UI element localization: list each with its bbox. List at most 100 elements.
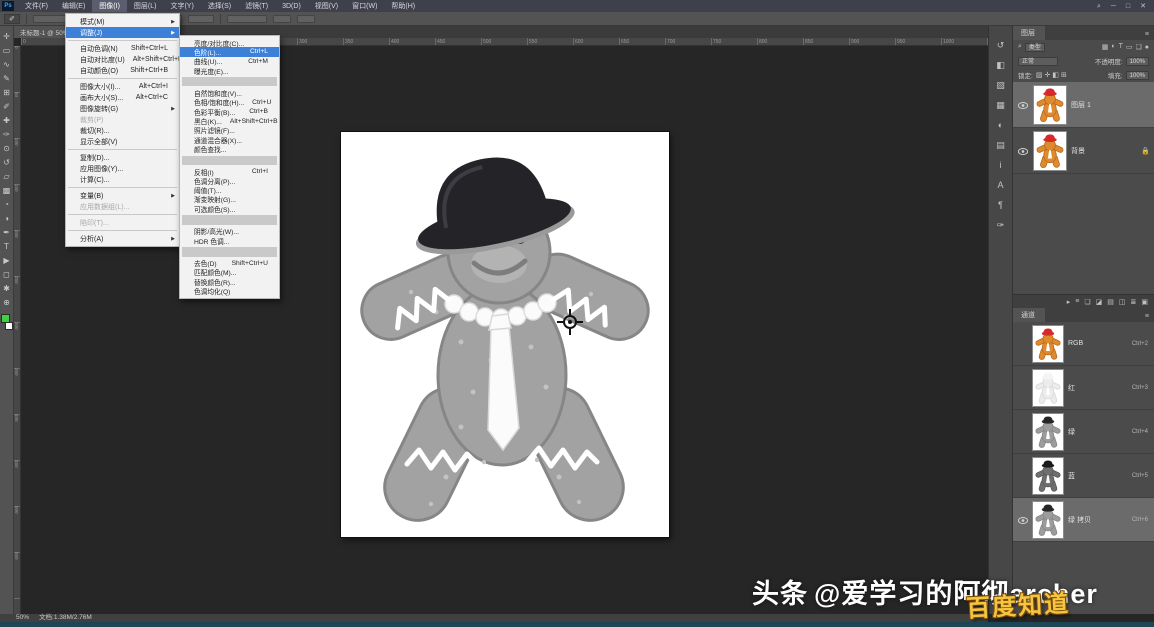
menu-row[interactable]: 自动对比度(U) Alt+Shift+Ctrl+L ▶	[66, 54, 179, 65]
menu-row[interactable]: 色彩平衡(B)... Ctrl+B ▶	[180, 107, 279, 116]
dock-panel-icon[interactable]: i	[993, 158, 1009, 172]
menu-row[interactable]: 去色(D) Shift+Ctrl+U ▶	[180, 259, 279, 268]
menubar-item[interactable]: 3D(D)	[275, 0, 308, 12]
tool-button[interactable]: ↺	[1, 156, 13, 170]
document-canvas[interactable]	[341, 132, 669, 537]
layer-filter-dropdown[interactable]: 类型	[1025, 43, 1045, 52]
menu-row[interactable]: 亮度/对比度(C)... ▶	[180, 38, 279, 47]
layer-filter-icon[interactable]: T	[1119, 43, 1123, 51]
channel-thumbnail[interactable]	[1032, 457, 1064, 495]
visibility-eye-icon[interactable]	[1017, 142, 1029, 160]
menu-row[interactable]: 匹配颜色(M)... ▶	[180, 268, 279, 277]
channel-row[interactable]: RGB Ctrl+2	[1013, 322, 1154, 366]
menubar-item[interactable]: 滤镜(T)	[238, 0, 275, 12]
foreground-color-swatch[interactable]	[1, 314, 10, 323]
menu-row[interactable]: 图像大小(I)... Alt+Ctrl+I ▶	[66, 81, 179, 92]
panel-menu-icon[interactable]: ≡	[1140, 31, 1154, 40]
tool-button[interactable]: ✒	[1, 226, 13, 240]
layer-filter-icon[interactable]: ◐	[1111, 43, 1115, 51]
dock-panel-icon[interactable]: ✑	[993, 218, 1009, 232]
dock-panel-icon[interactable]: ↺	[993, 38, 1009, 52]
opacity-value[interactable]: 100%	[1126, 57, 1149, 66]
menu-row[interactable]: ▶	[182, 77, 277, 86]
menu-row[interactable]: ▶	[68, 187, 177, 188]
menu-row[interactable]: 可选颜色(S)... ▶	[180, 204, 279, 213]
menu-row[interactable]: ▶	[68, 40, 177, 41]
channel-row[interactable]: 绿 拷贝 Ctrl+6	[1013, 498, 1154, 542]
dock-row-icon[interactable]: ▸	[1067, 298, 1071, 306]
menu-row[interactable]: 黑白(K)... Alt+Shift+Ctrl+B ▶	[180, 116, 279, 125]
layer-row[interactable]: 背景 🔒	[1013, 128, 1154, 174]
tool-button[interactable]: ▭	[1, 44, 13, 58]
menu-row[interactable]: ▶	[182, 156, 277, 165]
layer-filter-icon[interactable]: ▦	[1102, 43, 1109, 51]
dock-panel-icon[interactable]: ▦	[993, 98, 1009, 112]
dock-panel-icon[interactable]: ▤	[993, 138, 1009, 152]
menubar-item[interactable]: 图层(L)	[127, 0, 164, 12]
menu-row[interactable]: ▶	[68, 230, 177, 231]
menubar-item[interactable]: 文件(F)	[18, 0, 55, 12]
maximize-button[interactable]: □	[1126, 3, 1130, 10]
menu-row[interactable]: 阴影/高光(W)... ▶	[180, 227, 279, 236]
menu-row[interactable]: ▶	[182, 215, 277, 224]
menu-row[interactable]: 色阶(L)... Ctrl+L ▶	[180, 47, 279, 56]
tool-button[interactable]: ✛	[1, 30, 13, 44]
layer-filter-icon[interactable]: ▭	[1126, 43, 1133, 51]
lock-option-icon[interactable]: ◧	[1052, 71, 1059, 79]
active-tool-icon[interactable]: ✐	[4, 14, 20, 24]
menu-row[interactable]: 陷印(T)... ▶	[66, 217, 179, 228]
channel-thumbnail[interactable]	[1032, 369, 1064, 407]
zoom-level[interactable]: 50%	[16, 614, 29, 622]
menubar-item[interactable]: 选择(S)	[201, 0, 238, 12]
filter-toggle-icon[interactable]: ●	[1145, 44, 1149, 51]
tool-button[interactable]: ▶	[1, 254, 13, 268]
menu-row[interactable]: 色调均化(Q) ▶	[180, 286, 279, 295]
tool-button[interactable]: T	[1, 240, 13, 254]
menu-row[interactable]: 复制(D)... ▶	[66, 152, 179, 163]
tool-button[interactable]: ✐	[1, 100, 13, 114]
layer-thumbnail[interactable]	[1033, 131, 1067, 171]
menu-row[interactable]: 图像旋转(G) ▶	[66, 103, 179, 114]
menubar-item[interactable]: 窗口(W)	[345, 0, 384, 12]
search-icon[interactable]: ⌕	[1097, 3, 1101, 10]
background-color-swatch[interactable]	[5, 322, 13, 330]
visibility-eye-icon[interactable]	[1018, 517, 1028, 524]
lock-option-icon[interactable]: ✛	[1044, 71, 1050, 79]
menu-row[interactable]: 曲线(U)... Ctrl+M ▶	[180, 57, 279, 66]
channel-thumbnail[interactable]	[1032, 501, 1064, 539]
menu-row[interactable]: 渐变映射(G)... ▶	[180, 195, 279, 204]
menubar-item[interactable]: 图像(I)	[92, 0, 127, 12]
dock-panel-icon[interactable]: ◧	[993, 58, 1009, 72]
dock-row-icon[interactable]: ❏	[1084, 298, 1090, 306]
document-info[interactable]: 文档:1.38M/2.76M	[39, 614, 92, 622]
tool-button[interactable]: ▱	[1, 170, 13, 184]
menu-row[interactable]: 自然饱和度(V)... ▶	[180, 88, 279, 97]
channel-thumbnail[interactable]	[1032, 325, 1064, 363]
close-button[interactable]: ✕	[1140, 3, 1146, 10]
menu-row[interactable]: 照片滤镜(F)... ▶	[180, 126, 279, 135]
visibility-eye-icon[interactable]	[1017, 96, 1029, 114]
channel-row[interactable]: 红 Ctrl+3	[1013, 366, 1154, 410]
menu-row[interactable]: 自动色调(N) Shift+Ctrl+L ▶	[66, 43, 179, 54]
tool-button[interactable]: ⊙	[1, 142, 13, 156]
menu-row[interactable]: HDR 色调... ▶	[180, 236, 279, 245]
dock-row-icon[interactable]: ≡	[1075, 298, 1079, 305]
dock-panel-icon[interactable]: ¶	[993, 198, 1009, 212]
tool-button[interactable]: ∿	[1, 58, 13, 72]
dock-panel-icon[interactable]: ◐	[993, 118, 1009, 132]
channel-thumbnail[interactable]	[1032, 413, 1064, 451]
menu-row[interactable]: 色相/饱和度(H)... Ctrl+U ▶	[180, 98, 279, 107]
menubar-item[interactable]: 文字(Y)	[163, 0, 200, 12]
dock-row-icon[interactable]: ▣	[1141, 298, 1148, 306]
fill-value[interactable]: 100%	[1126, 71, 1149, 80]
blend-mode-dropdown[interactable]: 正常	[1018, 57, 1058, 66]
menu-row[interactable]: 分析(A) ▶	[66, 233, 179, 244]
dock-row-icon[interactable]: ◫	[1119, 298, 1126, 306]
dock-row-icon[interactable]: ◪	[1096, 298, 1103, 306]
menu-row[interactable]: 应用数据组(L)... ▶	[66, 201, 179, 212]
channel-row[interactable]: 蓝 Ctrl+5	[1013, 454, 1154, 498]
menu-row[interactable]: 阈值(T)... ▶	[180, 185, 279, 194]
menu-row[interactable]: 通道混合器(X)... ▶	[180, 135, 279, 144]
menu-row[interactable]: 色调分离(P)... ▶	[180, 176, 279, 185]
menubar-item[interactable]: 帮助(H)	[384, 0, 422, 12]
